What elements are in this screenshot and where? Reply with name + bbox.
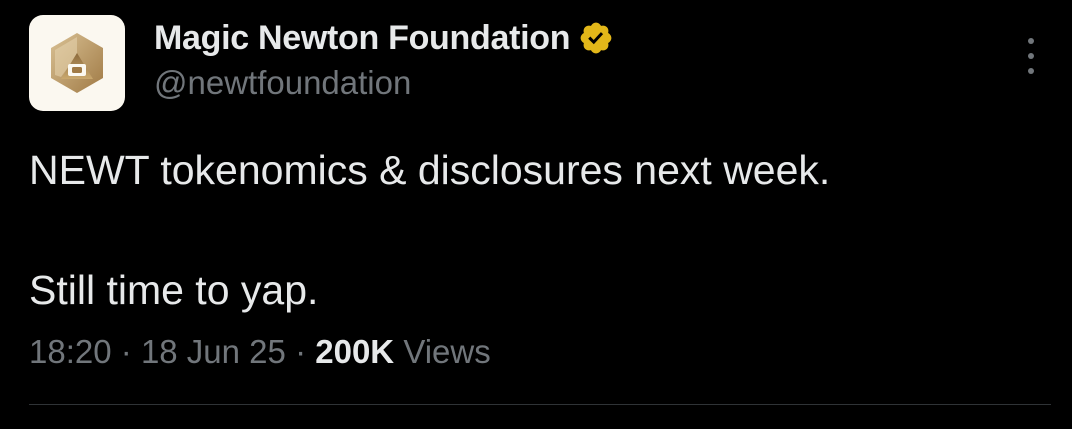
tweet-author: Magic Newton Foundation @newtfoundation [154, 16, 614, 102]
more-dot [1028, 53, 1034, 59]
tweet-time[interactable]: 18:20 [29, 333, 112, 370]
meta-separator: · [295, 333, 307, 370]
meta-separator: · [120, 333, 132, 370]
tweet-date[interactable]: 18 Jun 25 [141, 333, 286, 370]
verified-badge-icon[interactable] [578, 20, 614, 56]
tweet-text-line: Still time to yap. [29, 267, 319, 313]
avatar[interactable] [29, 15, 125, 111]
views-count: 200K [315, 333, 395, 370]
tweet-meta: 18:20 · 18 Jun 25 · 200K Views [29, 330, 491, 374]
divider [29, 404, 1051, 405]
views-label: Views [403, 333, 491, 370]
tweet-text: NEWT tokenomics & disclosures next week.… [29, 140, 1039, 320]
more-options-icon[interactable] [1018, 38, 1044, 74]
more-dot [1028, 38, 1034, 44]
name-row: Magic Newton Foundation [154, 16, 614, 60]
tweet-text-line: NEWT tokenomics & disclosures next week. [29, 147, 831, 193]
display-name[interactable]: Magic Newton Foundation [154, 19, 570, 58]
magic-newton-logo-icon [51, 33, 103, 93]
tweet-card[interactable]: Magic Newton Foundation @newtfoundation … [0, 0, 1072, 429]
more-dot [1028, 68, 1034, 74]
user-handle[interactable]: @newtfoundation [154, 64, 614, 102]
